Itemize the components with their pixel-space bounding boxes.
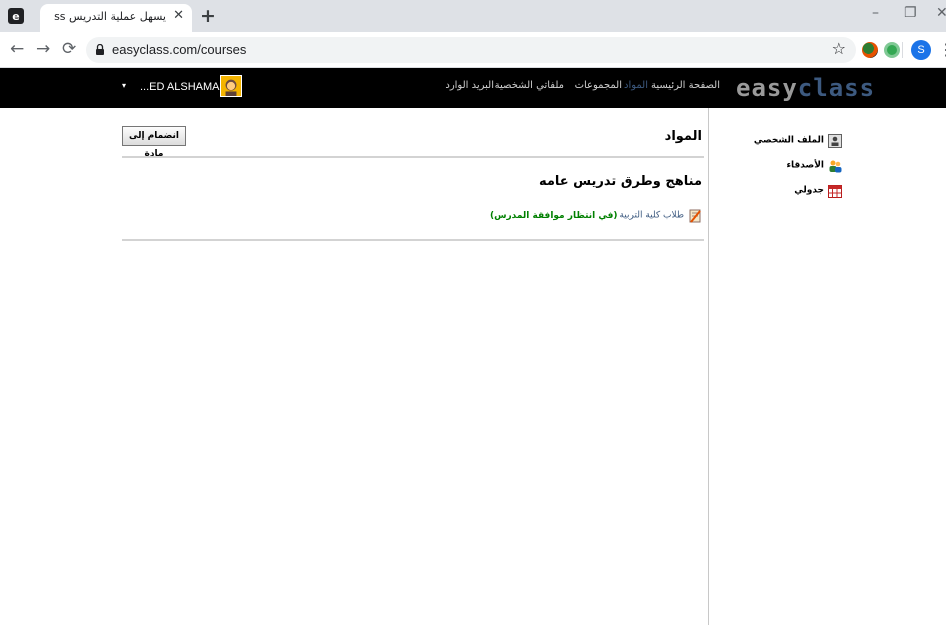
back-arrow-icon[interactable]: ← <box>10 39 24 59</box>
friends-icon <box>829 160 842 172</box>
join-course-button[interactable]: انضمام إلى مادة <box>122 126 186 159</box>
sidebar-item-calendar[interactable]: جدولي <box>794 180 842 198</box>
reload-icon[interactable]: ⟳ <box>62 39 76 59</box>
nav-files[interactable]: ملفاتي الشخصية <box>495 80 564 91</box>
address-bar[interactable]: easyclass.com/courses ☆ <box>86 37 856 63</box>
nav-courses[interactable]: المواد <box>624 80 648 91</box>
site-header: easyclass الصفحة الرئيسية المواد المجموع… <box>0 68 946 108</box>
minimize-icon[interactable]: – <box>872 5 879 21</box>
browser-tab[interactable]: يسهل عملية التدريس Easyclass ✕ <box>40 4 192 32</box>
more-menu-icon[interactable]: ⋮ <box>938 40 946 59</box>
close-window-icon[interactable]: ✕ <box>936 5 946 21</box>
sidebar-item-label: الملف الشخصي <box>753 135 824 146</box>
chevron-down-icon[interactable]: ▾ <box>122 81 126 90</box>
nav-groups[interactable]: المجموعات <box>575 80 622 91</box>
calendar-icon <box>828 184 842 198</box>
status-badge: (في انتظار موافقة المدرس) <box>489 210 618 221</box>
restore-icon[interactable]: ❐ <box>904 5 917 21</box>
profile-avatar-icon[interactable]: S <box>911 40 931 60</box>
extension-icon[interactable] <box>862 42 878 58</box>
browser-tab-bar: e يسهل عملية التدريس Easyclass ✕ + – ❐ ✕ <box>0 0 946 32</box>
easyclass-favicon-icon: e <box>8 8 24 24</box>
close-tab-icon[interactable]: ✕ <box>173 8 184 23</box>
lock-icon <box>96 44 104 55</box>
nav-inbox[interactable]: البريد الوارد <box>445 80 494 91</box>
url-text: easyclass.com/courses <box>112 42 247 57</box>
divider <box>122 239 704 241</box>
course-title[interactable]: مناهج وطرق تدريس عامه <box>539 174 702 189</box>
profile-icon <box>828 133 842 148</box>
nav-home[interactable]: الصفحة الرئيسية <box>651 80 720 91</box>
new-tab-button[interactable]: + <box>200 5 216 27</box>
course-enrollment: طلاب كلية التربية(في انتظار موافقة المدر… <box>490 205 702 223</box>
user-name[interactable]: ...ED ALSHAMARI <box>140 81 230 93</box>
tab-title: يسهل عملية التدريس Easyclass <box>54 10 166 23</box>
sidebar-item-profile[interactable]: الملف الشخصي <box>753 130 842 148</box>
forward-arrow-icon[interactable]: → <box>36 39 50 59</box>
browser-toolbar: ← → ⟳ easyclass.com/courses ☆ S ⋮ <box>0 32 946 68</box>
divider <box>122 156 704 158</box>
avatar[interactable] <box>220 75 242 97</box>
page-title: المواد <box>664 129 702 144</box>
sidebar-divider <box>708 108 709 625</box>
sidebar-item-label: جدولي <box>794 185 824 196</box>
sidebar-item-friends[interactable]: الأصدقاء <box>786 155 842 172</box>
notebook-pencil-icon <box>689 209 701 223</box>
toolbar-divider <box>902 42 903 58</box>
course-audience-link[interactable]: طلاب كلية التربية <box>619 211 684 221</box>
easyclass-logo[interactable]: easyclass <box>736 74 875 102</box>
bookmark-star-icon[interactable]: ☆ <box>832 39 846 58</box>
svg-text:e: e <box>12 10 19 23</box>
extension-icon[interactable] <box>884 42 900 58</box>
sidebar-item-label: الأصدقاء <box>786 160 824 171</box>
